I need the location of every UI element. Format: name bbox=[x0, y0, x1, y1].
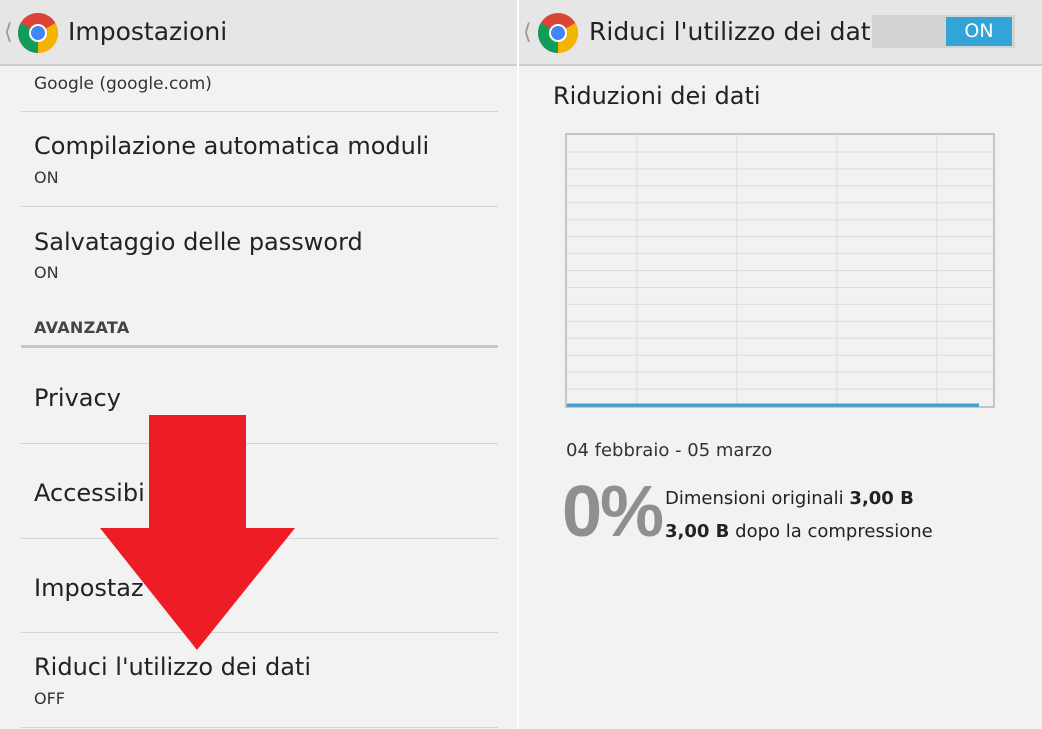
data-saver-panel: ⟨ Riduci l'utilizzo dei dati ON Riduzion… bbox=[519, 0, 1042, 729]
back-caret-icon[interactable]: ⟨ bbox=[4, 20, 13, 45]
data-usage-chart bbox=[565, 133, 995, 408]
reduce-data-status: OFF bbox=[34, 689, 65, 708]
savings-percent: 0% bbox=[562, 472, 664, 552]
list-item-passwords[interactable]: Salvataggio delle password ON bbox=[21, 207, 498, 301]
red-arrow-down-icon bbox=[100, 415, 295, 650]
section-header-advanced: AVANZATA bbox=[34, 318, 130, 337]
original-size-label: Dimensioni originali bbox=[665, 488, 844, 509]
chrome-icon[interactable] bbox=[17, 12, 59, 54]
original-size-value: 3,00 B bbox=[849, 488, 914, 509]
settings-panel: ⟨ Impostazioni Google (google.com) Compi… bbox=[0, 0, 517, 729]
data-saver-toggle[interactable]: ON bbox=[872, 15, 1015, 48]
divider bbox=[21, 727, 498, 728]
list-item-autofill[interactable]: Compilazione automatica moduli ON bbox=[21, 112, 498, 206]
autofill-title: Compilazione automatica moduli bbox=[34, 132, 430, 160]
chrome-icon[interactable] bbox=[537, 12, 579, 54]
toggle-label: ON bbox=[946, 17, 1012, 46]
compressed-size-value: 3,00 B bbox=[665, 521, 730, 542]
back-caret-icon[interactable]: ⟨ bbox=[523, 20, 532, 45]
compressed-size-label: dopo la compressione bbox=[735, 521, 933, 542]
section-divider bbox=[21, 345, 498, 348]
privacy-title: Privacy bbox=[34, 384, 121, 412]
passwords-title: Salvataggio delle password bbox=[34, 228, 363, 256]
original-size-line: Dimensioni originali 3,00 B bbox=[665, 488, 914, 509]
passwords-status: ON bbox=[34, 263, 59, 282]
data-reduction-heading: Riduzioni dei dati bbox=[553, 82, 761, 110]
date-range: 04 febbraio - 05 marzo bbox=[566, 440, 773, 461]
reduce-data-title: Riduci l'utilizzo dei dati bbox=[34, 653, 311, 681]
action-bar-title: Impostazioni bbox=[68, 17, 228, 46]
action-bar: ⟨ Riduci l'utilizzo dei dati ON bbox=[519, 0, 1042, 66]
autofill-status: ON bbox=[34, 168, 59, 187]
search-engine-value: Google (google.com) bbox=[34, 74, 212, 94]
action-bar: ⟨ Impostazioni bbox=[0, 0, 517, 66]
action-bar-title: Riduci l'utilizzo dei dati bbox=[589, 17, 878, 46]
list-item-search-engine[interactable]: Google (google.com) bbox=[21, 70, 498, 112]
compressed-size-line: 3,00 B dopo la compressione bbox=[665, 521, 933, 542]
